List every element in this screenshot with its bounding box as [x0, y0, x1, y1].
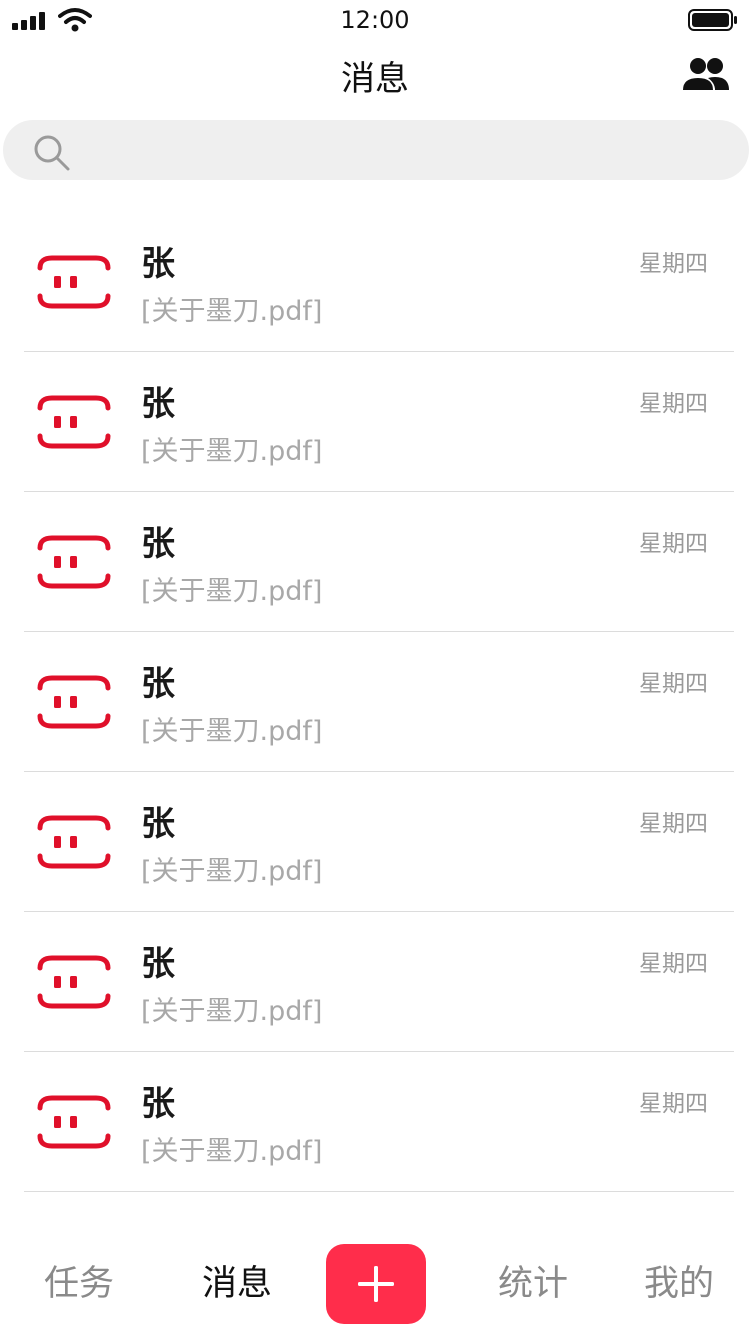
message-date: 星期四 — [639, 951, 708, 977]
mockplus-logo-icon — [37, 815, 111, 869]
mockplus-logo-icon — [37, 955, 111, 1009]
message-date: 星期四 — [639, 391, 708, 417]
search-bar[interactable] — [3, 120, 749, 180]
sender-name: 张 — [141, 664, 175, 704]
message-list-item[interactable]: 张 [关于墨刀.pdf] 星期四 — [24, 1052, 734, 1192]
message-list-item[interactable]: 张 [关于墨刀.pdf] 星期四 — [24, 632, 734, 772]
message-date: 星期四 — [639, 251, 708, 277]
message-date: 星期四 — [639, 671, 708, 697]
mockplus-logo-icon — [37, 395, 111, 449]
message-preview: [关于墨刀.pdf] — [141, 296, 323, 327]
mockplus-logo-icon — [37, 1095, 111, 1149]
message-preview: [关于墨刀.pdf] — [141, 576, 323, 607]
message-preview: [关于墨刀.pdf] — [141, 436, 323, 467]
sender-name: 张 — [141, 524, 175, 564]
message-preview: [关于墨刀.pdf] — [141, 996, 323, 1027]
message-date: 星期四 — [639, 811, 708, 837]
add-button[interactable] — [326, 1244, 426, 1324]
message-list-item[interactable]: 张 [关于墨刀.pdf] 星期四 — [24, 912, 734, 1052]
message-preview: [关于墨刀.pdf] — [141, 856, 323, 887]
message-date: 星期四 — [639, 1091, 708, 1117]
sender-name: 张 — [141, 244, 175, 284]
battery-icon — [688, 9, 737, 31]
status-bar: 12:00 — [0, 0, 750, 40]
contacts-icon[interactable] — [682, 56, 730, 96]
tab-messages[interactable]: 消息 — [177, 1262, 297, 1306]
sender-name: 张 — [141, 1084, 175, 1124]
search-icon — [34, 135, 70, 171]
page-title: 消息 — [341, 59, 409, 99]
sender-name: 张 — [141, 944, 175, 984]
sender-name: 张 — [141, 384, 175, 424]
tab-bar: 任务 消息 统计 我的 — [0, 1234, 750, 1334]
message-list-item[interactable]: 张 [关于墨刀.pdf] 星期四 — [24, 352, 734, 492]
message-list-item[interactable]: 张 [关于墨刀.pdf] 星期四 — [24, 212, 734, 352]
message-preview: [关于墨刀.pdf] — [141, 1136, 323, 1167]
message-list-item[interactable]: 张 [关于墨刀.pdf] 星期四 — [24, 772, 734, 912]
mockplus-logo-icon — [37, 255, 111, 309]
message-preview: [关于墨刀.pdf] — [141, 716, 323, 747]
sender-name: 张 — [141, 804, 175, 844]
message-date: 星期四 — [639, 531, 708, 557]
mockplus-logo-icon — [37, 535, 111, 589]
status-time: 12:00 — [340, 6, 410, 34]
tab-stats[interactable]: 统计 — [473, 1262, 593, 1306]
plus-icon — [358, 1266, 394, 1302]
tab-mine[interactable]: 我的 — [619, 1262, 739, 1306]
mockplus-logo-icon — [37, 675, 111, 729]
message-list: 张 [关于墨刀.pdf] 星期四 张 [关于墨刀.pdf] 星期四 张 [关于墨… — [24, 212, 734, 1192]
tab-tasks[interactable]: 任务 — [19, 1262, 139, 1306]
message-list-item[interactable]: 张 [关于墨刀.pdf] 星期四 — [24, 492, 734, 632]
